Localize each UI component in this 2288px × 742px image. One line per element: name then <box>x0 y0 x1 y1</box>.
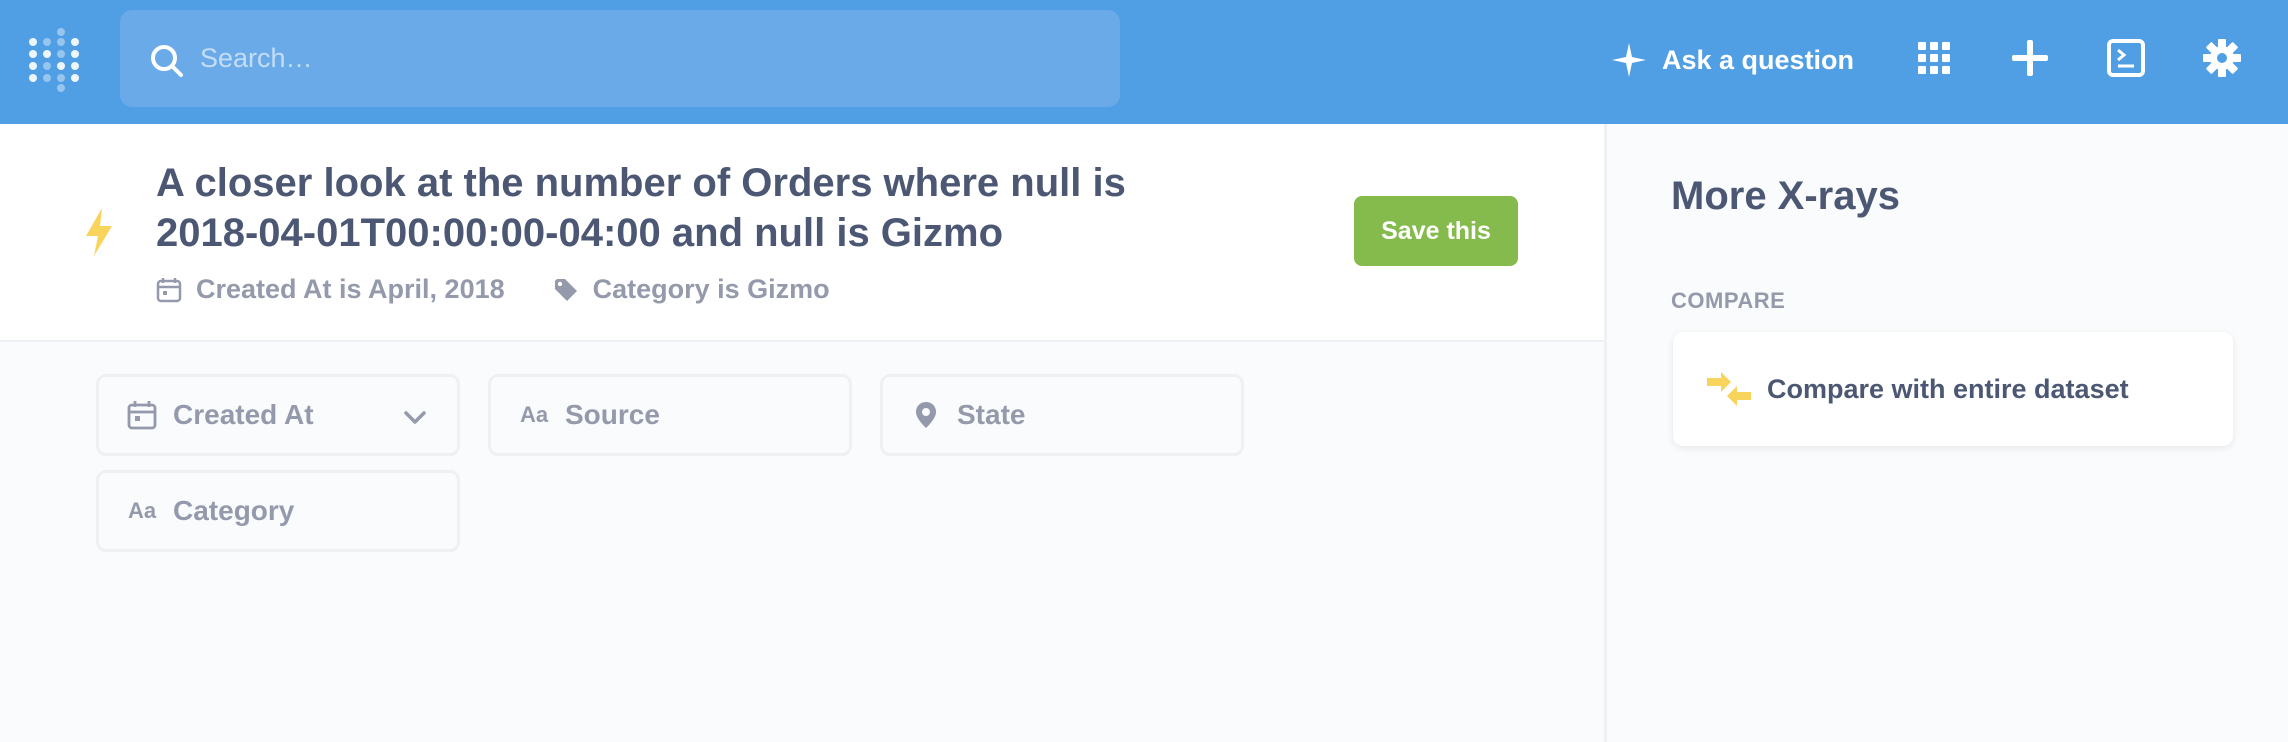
calendar-icon <box>127 400 157 430</box>
filter-chip-category: Category is Gizmo <box>553 274 830 305</box>
search-input[interactable] <box>200 30 1080 86</box>
text-icon: Aa <box>519 402 549 427</box>
filter-created-at[interactable]: Created At <box>96 374 460 456</box>
filter-category[interactable]: Aa Category <box>96 470 460 552</box>
grid-icon[interactable] <box>1914 38 1954 78</box>
sidebar-title: More X-rays <box>1671 174 1900 218</box>
calendar-icon <box>156 277 182 302</box>
filter-label: Created At <box>173 399 314 430</box>
filter-source[interactable]: Aa Source <box>488 374 852 456</box>
page-title: A closer look at the number of Orders wh… <box>156 161 1126 255</box>
compare-label: Compare with entire dataset <box>1767 373 2129 404</box>
plus-icon[interactable] <box>2010 38 2050 78</box>
compare-arrows-icon <box>1707 372 1751 406</box>
filter-state[interactable]: State <box>880 374 1244 456</box>
sparkle-icon <box>1612 43 1646 77</box>
save-button[interactable]: Save this <box>1354 196 1518 266</box>
filter-label: Source <box>565 399 660 430</box>
filter-chip-label: Category is Gizmo <box>592 274 830 304</box>
top-navbar: Ask a question <box>0 0 2288 124</box>
search-bar[interactable] <box>120 10 1120 107</box>
xray-header: A closer look at the number of Orders wh… <box>0 124 1604 342</box>
chevron-down-icon <box>404 411 426 424</box>
active-filters: Created At is April, 2018 Category is Gi… <box>156 274 878 305</box>
sidebar-section-label: COMPARE <box>1671 288 1786 313</box>
filter-chip-label: Created At is April, 2018 <box>196 274 505 304</box>
location-pin-icon <box>911 400 941 430</box>
tag-icon <box>554 278 577 301</box>
metabase-logo-icon[interactable] <box>28 28 82 92</box>
filter-label: Category <box>173 495 295 526</box>
filter-chip-created-at: Created At is April, 2018 <box>156 274 505 305</box>
filter-label: State <box>957 399 1026 430</box>
ask-question-button[interactable]: Ask a question <box>1610 38 1854 82</box>
compare-dataset-card[interactable]: Compare with entire dataset <box>1673 332 2233 446</box>
sql-editor-icon[interactable] <box>2106 38 2146 78</box>
bolt-icon <box>86 208 112 256</box>
xray-sidebar: More X-rays COMPARE Compare with entire … <box>1604 124 2288 742</box>
ask-question-label: Ask a question <box>1662 44 1855 75</box>
filters-area: Created At Aa Source State Aa Category <box>0 342 1604 742</box>
search-icon <box>151 45 183 77</box>
text-icon: Aa <box>127 498 157 523</box>
gear-icon[interactable] <box>2202 38 2242 78</box>
